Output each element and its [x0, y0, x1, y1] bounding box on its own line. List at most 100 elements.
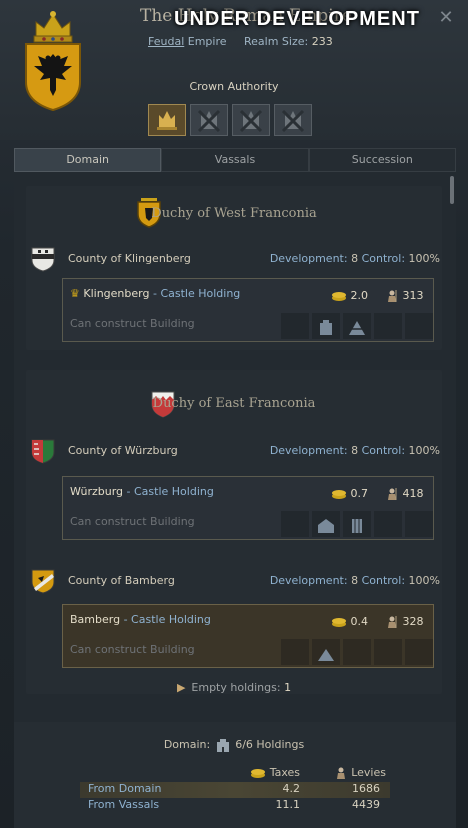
holding-card[interactable]: Bamberg - Castle Holding 0.4 328 Can con… — [62, 604, 434, 668]
holding-taxes: 0.4 — [331, 615, 368, 628]
levies-soldier-icon — [336, 767, 345, 779]
building-slot[interactable] — [312, 639, 340, 665]
development-value: 8 — [351, 574, 359, 587]
holding-title: Würzburg - Castle Holding — [70, 485, 214, 498]
chevron-right-icon: ▶ — [176, 681, 186, 694]
crown-authority-level-1[interactable] — [148, 104, 186, 136]
county-name: County of Klingenberg — [68, 252, 191, 265]
development-label: Development: — [269, 444, 348, 457]
building-slot[interactable] — [312, 313, 340, 339]
building-slot-empty[interactable] — [374, 313, 402, 339]
holding-levies-value: 328 — [402, 615, 424, 628]
holding-type: Castle Holding — [134, 485, 214, 498]
building-slot[interactable] — [343, 511, 371, 537]
holding-type: Castle Holding — [160, 287, 241, 300]
taxes-header: Taxes — [250, 766, 300, 779]
tab-succession[interactable]: Succession — [308, 148, 456, 172]
building-slot-empty[interactable] — [405, 639, 433, 665]
table-row: From Vassals 11.1 4439 — [80, 798, 390, 814]
building-slot[interactable] — [343, 313, 371, 339]
crown-level-locked-icon — [197, 109, 221, 133]
tab-vassals[interactable]: Vassals — [161, 148, 309, 172]
building-slot[interactable] — [312, 511, 340, 537]
control-value: 100% — [408, 574, 440, 587]
holding-levies: 328 — [385, 615, 424, 629]
holding-levies: 313 — [385, 289, 424, 303]
building-slot-empty[interactable] — [374, 511, 402, 537]
holding-taxes-value: 0.7 — [350, 487, 369, 500]
row-levies: 4439 — [352, 798, 380, 811]
under-development-banner: UNDER DEVELOPMENT — [174, 8, 420, 30]
building-slot-empty[interactable] — [281, 313, 309, 339]
duchy-title[interactable]: Duchy of West Franconia — [26, 206, 442, 221]
tab-domain[interactable]: Domain — [14, 148, 162, 172]
realm-subtitle: Feudal Empire Realm Size: 233 — [148, 35, 333, 48]
castle-building-icon — [320, 320, 332, 335]
county-row[interactable]: County of Bamberg Development: 8 Control… — [30, 568, 440, 594]
building-slot-empty[interactable] — [343, 639, 371, 665]
duchy-title[interactable]: Duchy of East Franconia — [26, 396, 442, 411]
crown-level-active-icon — [157, 111, 177, 130]
crown-authority-level-2[interactable] — [190, 104, 228, 136]
holding-card[interactable]: ♛ Klingenberg - Castle Holding 2.0 313 C… — [62, 278, 434, 342]
county-name: County of Würzburg — [68, 444, 178, 457]
county-row[interactable]: County of Klingenberg Development: 8 Con… — [30, 246, 440, 272]
realm-size-value: 233 — [311, 35, 333, 48]
control-label: Control: — [361, 252, 406, 265]
gold-coins-icon — [332, 292, 346, 301]
castle-holdings-icon — [216, 739, 229, 752]
gold-coins-icon — [332, 490, 346, 499]
development-value: 8 — [351, 252, 359, 265]
close-icon[interactable]: ✕ — [436, 8, 456, 28]
farm-building-icon — [318, 519, 334, 533]
holding-title: Bamberg - Castle Holding — [70, 613, 211, 626]
holding-levies-value: 418 — [402, 487, 424, 500]
holding-card[interactable]: Würzburg - Castle Holding 0.7 418 Can co… — [62, 476, 434, 540]
building-slot-empty[interactable] — [374, 639, 402, 665]
county-stats: Development: 8 Control: 100% — [270, 444, 440, 457]
holding-name: Würzburg — [70, 485, 124, 498]
control-label: Control: — [361, 444, 406, 457]
crown-authority-label: Crown Authority — [189, 80, 279, 93]
construct-hint: Can construct Building — [70, 643, 195, 656]
row-label: From Domain — [88, 782, 162, 795]
county-wurzburg-shield-icon — [31, 439, 55, 464]
development-value: 8 — [351, 444, 359, 457]
development-label: Development: — [269, 574, 348, 587]
crown-authority-level-3[interactable] — [232, 104, 270, 136]
building-slot-empty[interactable] — [405, 511, 433, 537]
crown-authority-level-4[interactable] — [274, 104, 312, 136]
government-type-link[interactable]: Feudal — [148, 35, 184, 48]
domain-label: Domain: — [163, 738, 211, 751]
capital-crown-icon: ♛ — [70, 287, 80, 300]
empty-holdings-toggle[interactable]: ▶ Empty holdings: 1 — [0, 681, 468, 694]
control-value: 100% — [408, 252, 440, 265]
building-slot-empty[interactable] — [281, 639, 309, 665]
gold-coins-icon — [332, 618, 346, 627]
levies-header: Levies — [326, 766, 386, 780]
crown-level-locked-icon — [281, 109, 305, 133]
holding-title: ♛ Klingenberg - Castle Holding — [70, 287, 241, 300]
development-label: Development: — [269, 252, 348, 265]
levies-soldier-icon — [388, 290, 397, 302]
construct-hint: Can construct Building — [70, 317, 195, 330]
holding-taxes-value: 0.4 — [350, 615, 369, 628]
levies-soldier-icon — [388, 616, 397, 628]
barracks-building-icon — [349, 321, 365, 335]
holding-name: Bamberg — [70, 613, 121, 626]
holding-taxes: 2.0 — [331, 289, 368, 302]
building-slot-empty[interactable] — [281, 511, 309, 537]
row-taxes: 11.1 — [275, 798, 301, 811]
gold-coins-icon — [251, 769, 266, 778]
realm-tabs: Domain Vassals Succession — [14, 148, 456, 172]
realm-rank: Empire — [187, 35, 227, 48]
row-taxes: 4.2 — [282, 782, 301, 795]
building-slot-empty[interactable] — [405, 313, 433, 339]
construct-hint: Can construct Building — [70, 515, 195, 528]
scrollbar-thumb[interactable] — [450, 176, 454, 204]
realm-header: The Holy Roman Empire UNDER DEVELOPMENT … — [0, 0, 468, 140]
county-row[interactable]: County of Würzburg Development: 8 Contro… — [30, 438, 440, 464]
realm-coat-of-arms[interactable] — [22, 8, 84, 112]
county-stats: Development: 8 Control: 100% — [270, 252, 440, 265]
table-row: From Domain 4.2 1686 — [80, 782, 390, 798]
